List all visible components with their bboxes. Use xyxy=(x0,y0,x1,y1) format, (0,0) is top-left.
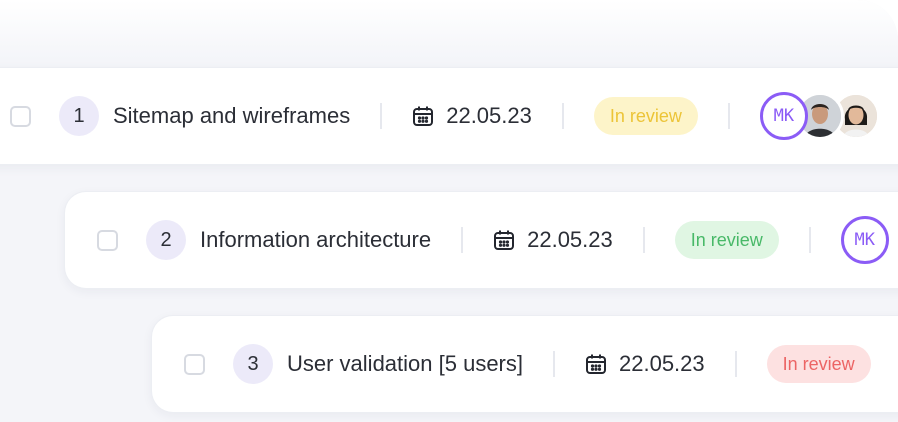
task-title[interactable]: User validation [5 users] xyxy=(287,351,523,377)
avatar[interactable]: MK xyxy=(840,216,889,264)
task-row[interactable]: 2 Information architecture 22.05.23 In r… xyxy=(64,191,898,289)
task-list-panel: 1 Sitemap and wireframes 22.05.23 In rev… xyxy=(0,0,898,422)
divider xyxy=(561,103,564,129)
task-number: 1 xyxy=(59,96,99,136)
task-checkbox[interactable] xyxy=(184,353,205,375)
task-row[interactable]: 1 Sitemap and wireframes 22.05.23 In rev… xyxy=(0,67,898,165)
divider xyxy=(808,227,811,253)
task-number: 2 xyxy=(146,220,186,260)
task-title[interactable]: Sitemap and wireframes xyxy=(113,103,350,129)
assignee-avatars[interactable]: MK xyxy=(840,216,889,264)
divider xyxy=(380,103,383,129)
task-due-date[interactable]: 22.05.23 xyxy=(493,227,613,253)
task-title[interactable]: Information architecture xyxy=(200,227,431,253)
task-row[interactable]: 3 User validation [5 users] 22.05.23 In … xyxy=(151,315,898,413)
avatar[interactable]: MK xyxy=(759,92,808,140)
divider xyxy=(553,351,555,377)
status-badge[interactable]: In review xyxy=(674,221,779,259)
status-badge[interactable]: In review xyxy=(593,97,698,135)
divider xyxy=(727,103,730,129)
task-number: 3 xyxy=(233,344,273,384)
divider xyxy=(642,227,645,253)
task-checkbox[interactable] xyxy=(10,105,31,127)
divider xyxy=(734,351,737,377)
date-text: 22.05.23 xyxy=(446,103,532,128)
date-text: 22.05.23 xyxy=(527,227,613,252)
calendar-icon xyxy=(585,353,607,375)
calendar-icon xyxy=(412,105,434,127)
calendar-icon xyxy=(493,229,515,251)
assignee-avatars[interactable]: MK xyxy=(759,92,880,140)
task-checkbox[interactable] xyxy=(97,229,118,251)
date-text: 22.05.23 xyxy=(619,351,705,376)
status-badge[interactable]: In review xyxy=(766,345,871,383)
divider xyxy=(461,227,464,253)
task-due-date[interactable]: 22.05.23 xyxy=(412,103,532,129)
panel-header-fade xyxy=(0,0,898,60)
task-due-date[interactable]: 22.05.23 xyxy=(585,351,705,377)
